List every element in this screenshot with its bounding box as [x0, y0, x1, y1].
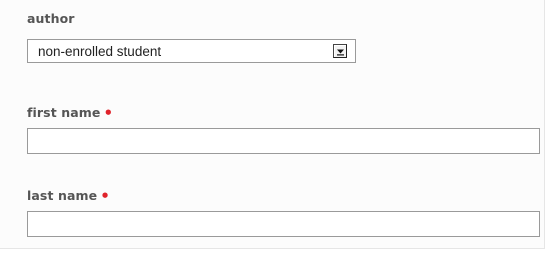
first-name-input[interactable] [27, 128, 540, 154]
first-name-label-text: first name [27, 105, 101, 120]
last-name-label-text: last name [27, 188, 98, 203]
author-form-panel: author non-enrolled student first name • … [0, 0, 545, 249]
dropdown-arrow-glyph [337, 49, 344, 56]
last-name-label: last name • [27, 186, 110, 205]
author-label-text: author [27, 11, 75, 26]
author-label: author [27, 11, 75, 26]
required-indicator: • [100, 187, 110, 205]
required-indicator: • [103, 104, 114, 122]
author-select-value: non-enrolled student [38, 44, 162, 59]
author-select[interactable]: non-enrolled student [27, 39, 356, 63]
last-name-input[interactable] [27, 211, 540, 237]
first-name-label: first name • [27, 103, 114, 122]
chevron-down-icon[interactable] [333, 44, 347, 58]
